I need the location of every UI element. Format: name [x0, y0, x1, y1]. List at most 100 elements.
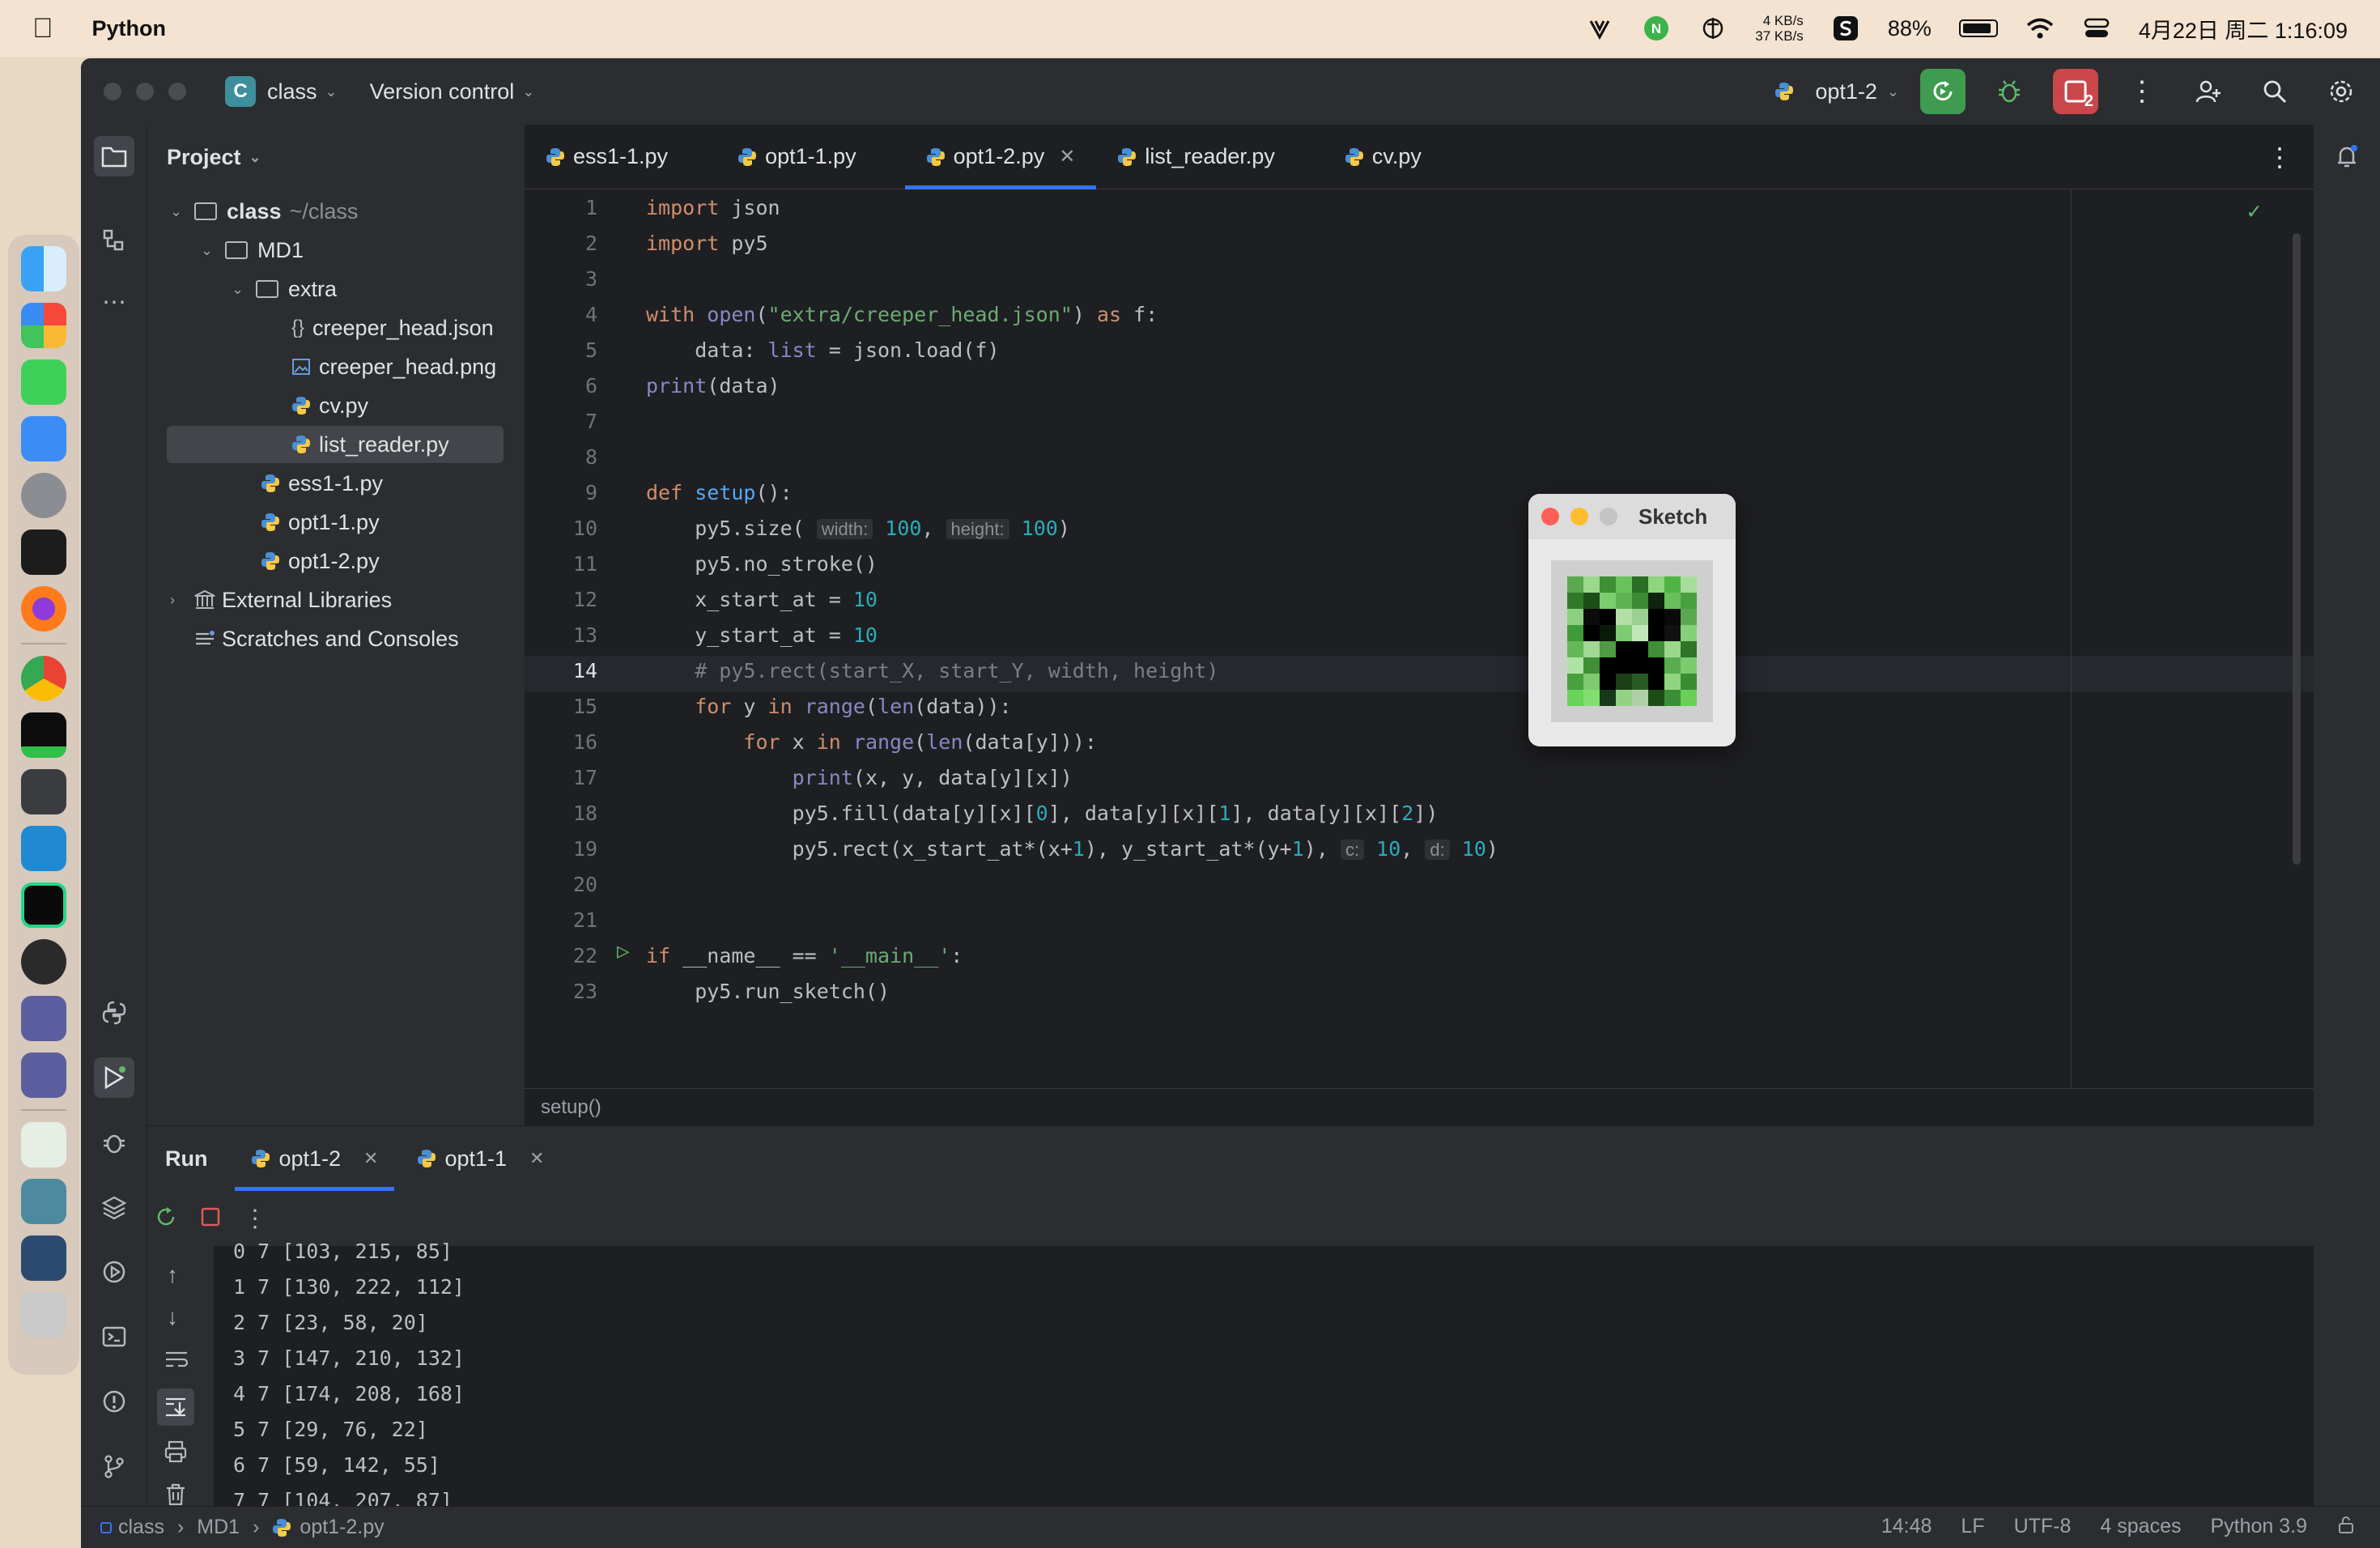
close-window-button[interactable]: [104, 83, 121, 100]
stop-icon[interactable]: [199, 1206, 222, 1232]
chevron-right-icon[interactable]: ›: [170, 592, 194, 609]
chevron-down-icon[interactable]: ⌄: [1887, 83, 1899, 100]
pycharm-icon[interactable]: [21, 882, 66, 928]
minimize-window-button[interactable]: [136, 83, 154, 100]
box-app-icon[interactable]: [21, 996, 66, 1041]
battery-icon[interactable]: [1958, 19, 1998, 37]
editor-breadcrumb[interactable]: setup(): [525, 1088, 2314, 1125]
layers-icon[interactable]: [94, 1187, 134, 1227]
firefox-icon[interactable]: [21, 586, 66, 632]
launchpad-icon[interactable]: [21, 303, 66, 348]
tab-ess1-1-py[interactable]: ess1-1.py: [525, 125, 689, 189]
tree-item-ess1-1-py[interactable]: ess1-1.py: [261, 465, 383, 502]
print-icon[interactable]: [164, 1440, 188, 1467]
rerun-button[interactable]: [1920, 69, 1966, 114]
mail-icon[interactable]: [21, 416, 66, 461]
tab-list-reader-py[interactable]: list_reader.py: [1096, 125, 1296, 189]
indent-setting[interactable]: 4 spaces: [2100, 1515, 2181, 1540]
activity-monitor-icon[interactable]: [21, 712, 66, 758]
system-settings-icon[interactable]: [21, 473, 66, 518]
status-path-file[interactable]: opt1-2.py: [300, 1516, 384, 1539]
search-icon[interactable]: [2252, 69, 2297, 114]
n-app-icon[interactable]: N: [1642, 14, 1671, 43]
wifi-icon[interactable]: [2025, 14, 2055, 43]
sketch-close-button[interactable]: [1541, 508, 1559, 525]
run-console-output[interactable]: 0 7 [103, 215, 85] 1 7 [130, 222, 112] 2…: [214, 1240, 2314, 1548]
close-run-tab-icon[interactable]: ✕: [529, 1148, 544, 1169]
tab-cv-py[interactable]: cv.py: [1324, 125, 1443, 189]
tree-item-cv-py[interactable]: cv.py: [291, 387, 368, 424]
tree-item-list-reader-py[interactable]: list_reader.py: [167, 426, 504, 463]
sketch-titlebar[interactable]: Sketch: [1528, 494, 1736, 539]
terminal-icon[interactable]: [21, 529, 66, 575]
text-input-icon[interactable]: [1698, 14, 1728, 43]
rerun-icon[interactable]: [154, 1205, 178, 1233]
scroll-up-arrow-icon[interactable]: ↑: [167, 1262, 178, 1288]
tree-item-class-root[interactable]: ⌄ class ~/class: [170, 193, 358, 230]
vscode-icon[interactable]: [21, 826, 66, 871]
run-gutter-play-icon[interactable]: ▷: [617, 939, 630, 963]
tree-item-opt1-1-py[interactable]: opt1-1.py: [261, 504, 380, 541]
caret-position[interactable]: 14:48: [1881, 1515, 1932, 1540]
scroll-down-arrow-icon[interactable]: ↓: [167, 1304, 178, 1330]
trash-icon[interactable]: [21, 1292, 66, 1337]
screenshot-thumbnail-icon[interactable]: [21, 1179, 66, 1224]
tree-item-creeper-head-png[interactable]: creeper_head.png: [291, 348, 496, 385]
add-user-icon[interactable]: [2186, 69, 2231, 114]
chevron-down-icon[interactable]: ⌄: [232, 281, 256, 298]
status-path-folder[interactable]: MD1: [197, 1516, 240, 1539]
run-more-icon[interactable]: ⋮: [243, 1205, 267, 1233]
settings-gear-icon[interactable]: [2318, 69, 2364, 114]
project-tool-folder-icon[interactable]: [94, 136, 134, 176]
tab-options-icon[interactable]: ⋮: [2267, 142, 2293, 172]
chevron-down-icon[interactable]: ⌄: [201, 242, 225, 259]
more-tools-icon[interactable]: ⋯: [94, 282, 134, 322]
chrome-icon[interactable]: [21, 656, 66, 701]
more-actions-icon[interactable]: ⋮: [2119, 69, 2165, 114]
sketch-window[interactable]: Sketch: [1528, 494, 1736, 746]
soft-wrap-icon[interactable]: [164, 1348, 189, 1375]
notifications-bell-icon[interactable]: [2327, 136, 2367, 176]
app-menu-name[interactable]: Python: [92, 16, 167, 41]
project-badge[interactable]: C: [225, 76, 256, 107]
line-separator[interactable]: LF: [1961, 1515, 1984, 1540]
tree-item-external-libraries[interactable]: › External Libraries: [170, 581, 392, 619]
s-app-icon[interactable]: [1831, 14, 1860, 43]
tab-opt1-1-py[interactable]: opt1-1.py: [716, 125, 878, 189]
scroll-to-end-icon[interactable]: [157, 1389, 194, 1426]
menubar-clock[interactable]: 4月22日 周二 1:16:09: [2139, 13, 2348, 45]
box-app-2-icon[interactable]: [21, 1053, 66, 1098]
chevron-down-icon[interactable]: ⌄: [249, 149, 261, 166]
structure-icon[interactable]: [94, 220, 134, 261]
debug-tool-bug-icon[interactable]: [94, 1122, 134, 1163]
tab-opt1-2-py[interactable]: opt1-2.py ✕: [904, 125, 1097, 189]
readonly-lock-icon[interactable]: [2336, 1515, 2356, 1540]
status-path-project[interactable]: class: [118, 1516, 164, 1539]
run-tab-opt1-2[interactable]: opt1-2 ✕: [235, 1126, 395, 1191]
tree-item-extra[interactable]: ⌄ extra: [232, 270, 337, 308]
voice-memos-icon[interactable]: [21, 769, 66, 814]
vivaldi-icon[interactable]: [1585, 14, 1614, 43]
run-tool-icon[interactable]: [94, 1057, 134, 1098]
finder-icon[interactable]: [21, 246, 66, 291]
zoom-window-button[interactable]: [168, 83, 186, 100]
python-packages-icon[interactable]: [94, 993, 134, 1033]
services-icon[interactable]: [94, 1252, 134, 1292]
file-encoding[interactable]: UTF-8: [2014, 1515, 2072, 1540]
preview-image-icon[interactable]: [21, 1122, 66, 1167]
run-config-selector[interactable]: opt1-2: [1815, 79, 1877, 104]
sketch-canvas[interactable]: [1551, 560, 1713, 722]
downloads-stack-icon[interactable]: [21, 1235, 66, 1281]
terminal-tool-icon[interactable]: [94, 1316, 134, 1357]
chevron-down-icon[interactable]: ⌄: [522, 83, 534, 100]
python-interpreter[interactable]: Python 3.9: [2210, 1515, 2307, 1540]
chevron-down-icon[interactable]: ⌄: [325, 83, 338, 100]
editor-scrollbar[interactable]: [2293, 233, 2301, 865]
project-selector[interactable]: class: [267, 79, 317, 104]
problems-icon[interactable]: [94, 1381, 134, 1422]
code-editor[interactable]: ✓ 1 2 3 4 5 6 7 8 9 10 11 12 13 14 15 16 17 18 19 20 21 22 23 …: [525, 189, 2314, 1088]
safari-icon[interactable]: [21, 939, 66, 985]
version-control-menu[interactable]: Version control: [370, 79, 515, 104]
stop-button[interactable]: 2: [2053, 69, 2098, 114]
chevron-down-icon[interactable]: ⌄: [170, 203, 194, 220]
